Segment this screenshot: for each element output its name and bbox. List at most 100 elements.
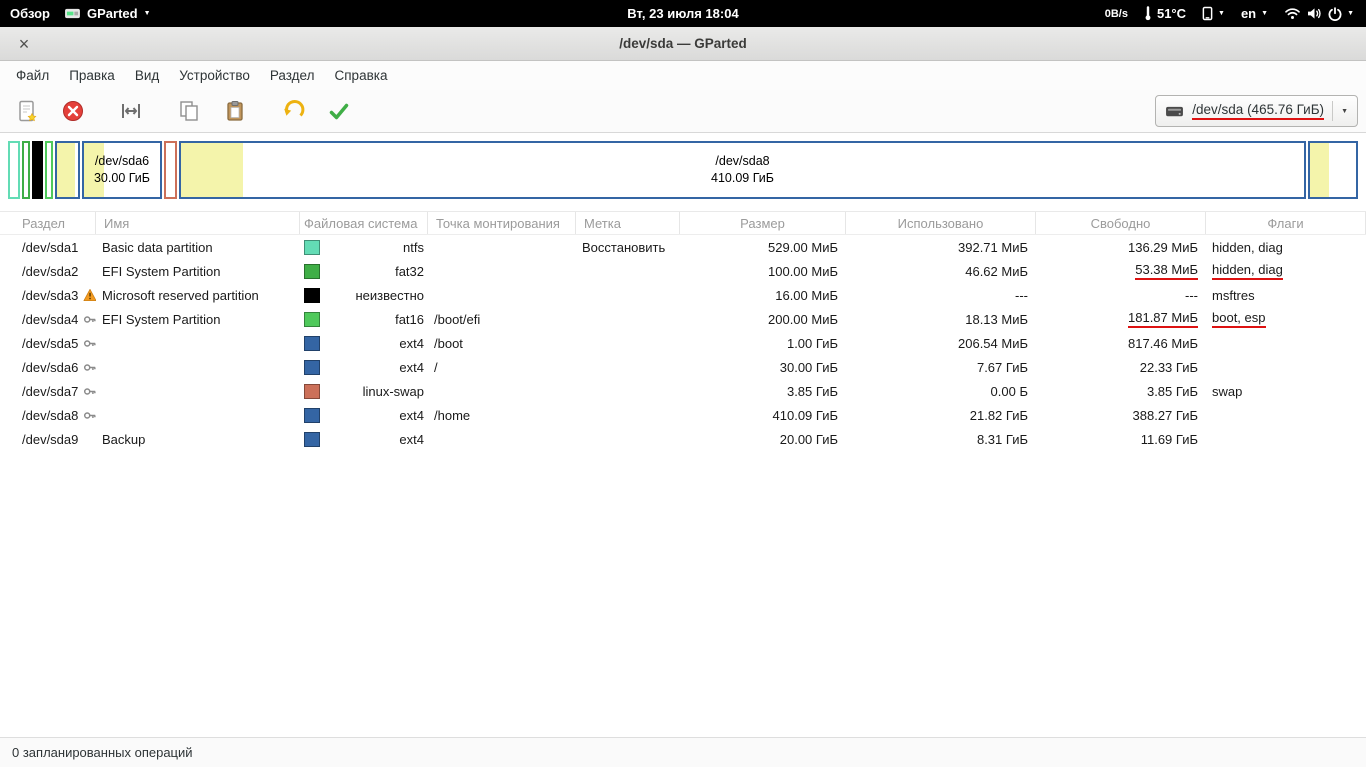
partition-segment-sda1[interactable] (8, 141, 20, 199)
apply-button[interactable] (320, 94, 358, 128)
network-speed-indicator[interactable]: 0В/s (1105, 8, 1128, 20)
key-icon (83, 385, 96, 398)
column-header-free[interactable]: Свободно (1036, 212, 1206, 234)
app-menu-button[interactable]: GParted ▼ (64, 6, 151, 21)
column-header-mount[interactable]: Точка монтирования (428, 212, 576, 234)
column-header-fs[interactable]: Файловая система (300, 212, 428, 234)
cell-name: Backup (96, 432, 300, 447)
cell-size: 3.85 ГиБ (680, 384, 846, 399)
menu-item-edit[interactable]: Правка (59, 63, 125, 88)
partition-segment-sda7[interactable] (164, 141, 177, 199)
table-row-sda4[interactable]: /dev/sda4EFI System Partitionfat16/boot/… (0, 307, 1366, 331)
partition-segment-sda6[interactable]: /dev/sda630.00 ГиБ (82, 141, 162, 199)
cell-name: Basic data partition (96, 240, 300, 255)
cell-size: 529.00 МиБ (680, 240, 846, 255)
partition-segment-sda2[interactable] (22, 141, 30, 199)
resize-move-button[interactable] (112, 94, 150, 128)
tablet-menu[interactable]: ▼ (1202, 6, 1225, 21)
paste-button[interactable] (216, 94, 254, 128)
column-header-used[interactable]: Использовано (846, 212, 1036, 234)
cell-partition: /dev/sda8 (0, 408, 96, 423)
copy-icon (177, 99, 201, 123)
cell-partition: /dev/sda7 (0, 384, 96, 399)
device-selector-label: /dev/sda (465.76 ГиБ) (1192, 102, 1324, 120)
gnome-top-bar: Обзор GParted ▼ Вт, 23 июля 18:04 0В/s 5… (0, 0, 1366, 27)
screen: Обзор GParted ▼ Вт, 23 июля 18:04 0В/s 5… (0, 0, 1366, 767)
power-icon (1328, 7, 1342, 21)
fs-color-swatch (304, 264, 320, 279)
device-selector[interactable]: /dev/sda (465.76 ГиБ) ▼ (1155, 95, 1358, 127)
menu-item-device[interactable]: Устройство (169, 63, 260, 88)
table-row-sda8[interactable]: /dev/sda8ext4/home410.09 ГиБ21.82 ГиБ388… (0, 403, 1366, 427)
column-header-name[interactable]: Имя (96, 212, 300, 234)
fs-color-swatch (304, 288, 320, 303)
menu-item-help[interactable]: Справка (325, 63, 398, 88)
delete-partition-button[interactable] (54, 94, 92, 128)
temperature-indicator[interactable]: 51°C (1144, 6, 1186, 21)
status-bar: 0 запланированных операций (0, 737, 1366, 767)
table-header: РазделИмяФайловая системаТочка монтирова… (0, 211, 1366, 235)
gparted-app-icon (64, 7, 81, 20)
table-row-sda7[interactable]: /dev/sda7linux-swap3.85 ГиБ0.00 Б3.85 Ги… (0, 379, 1366, 403)
partition-segment-sda9[interactable] (1308, 141, 1358, 199)
warning-icon (83, 288, 96, 302)
used-space-indicator (1310, 143, 1329, 197)
new-partition-button[interactable] (8, 94, 46, 128)
cell-mount-point: /boot (428, 336, 576, 351)
column-header-flags[interactable]: Флаги (1206, 212, 1366, 234)
disk-icon (1165, 104, 1184, 119)
partition-segment-sda8[interactable]: /dev/sda8410.09 ГиБ (179, 141, 1306, 199)
table-row-sda3[interactable]: /dev/sda3Microsoft reserved partitionнеи… (0, 283, 1366, 307)
fs-color-swatch (304, 432, 320, 447)
cell-filesystem: ext4 (300, 336, 428, 351)
copy-button[interactable] (170, 94, 208, 128)
used-space-indicator (57, 143, 75, 197)
cell-used: 0.00 Б (846, 384, 1036, 399)
cell-size: 410.09 ГиБ (680, 408, 846, 423)
cell-partition: /dev/sda6 (0, 360, 96, 375)
column-header-label[interactable]: Метка (576, 212, 680, 234)
activities-button[interactable]: Обзор (10, 6, 50, 21)
partition-segment-sda5[interactable] (55, 141, 80, 199)
cell-flags: msftres (1206, 288, 1366, 303)
table-row-sda6[interactable]: /dev/sda6ext4/30.00 ГиБ7.67 ГиБ22.33 ГиБ (0, 355, 1366, 379)
column-header-partition[interactable]: Раздел (0, 212, 96, 234)
cell-partition: /dev/sda9 (0, 432, 96, 447)
column-header-size[interactable]: Размер (680, 212, 846, 234)
partition-segment-sda3[interactable] (32, 141, 43, 199)
cell-used: 206.54 МиБ (846, 336, 1036, 351)
table-row-sda9[interactable]: /dev/sda9Backupext420.00 ГиБ8.31 ГиБ11.6… (0, 427, 1366, 451)
partition-segment-sda4[interactable] (45, 141, 53, 199)
keyboard-layout-menu[interactable]: en ▼ (1241, 6, 1268, 21)
cell-partition: /dev/sda4 (0, 312, 96, 327)
cell-filesystem: ext4 (300, 360, 428, 375)
fs-color-swatch (304, 384, 320, 399)
cell-used: --- (846, 288, 1036, 303)
cell-used: 392.71 МиБ (846, 240, 1036, 255)
key-icon (83, 337, 96, 350)
table-row-sda2[interactable]: /dev/sda2EFI System Partitionfat32100.00… (0, 259, 1366, 283)
toolbar: /dev/sda (465.76 ГиБ) ▼ (0, 90, 1366, 133)
fs-color-swatch (304, 240, 320, 255)
partition-segment-label: /dev/sda630.00 ГиБ (84, 143, 160, 197)
cell-size: 16.00 МиБ (680, 288, 846, 303)
undo-button[interactable] (274, 94, 312, 128)
cell-free: 3.85 ГиБ (1036, 384, 1206, 399)
delete-partition-icon (61, 99, 85, 123)
caret-down-icon: ▼ (1261, 10, 1268, 17)
clock[interactable]: Вт, 23 июля 18:04 (627, 6, 738, 21)
cell-size: 100.00 МиБ (680, 264, 846, 279)
temperature-value: 51°C (1157, 6, 1186, 21)
cell-name: EFI System Partition (96, 312, 300, 327)
cell-flags: hidden, diag (1206, 262, 1366, 280)
cell-name: Microsoft reserved partition (96, 288, 300, 303)
menu-item-file[interactable]: Файл (6, 63, 59, 88)
table-row-sda1[interactable]: /dev/sda1Basic data partitionntfsВосстан… (0, 235, 1366, 259)
table-row-sda5[interactable]: /dev/sda5ext4/boot1.00 ГиБ206.54 МиБ817.… (0, 331, 1366, 355)
menu-item-partition[interactable]: Раздел (260, 63, 325, 88)
cell-filesystem: неизвестно (300, 288, 428, 303)
system-status-menu[interactable]: ▼ (1284, 7, 1354, 21)
menu-item-view[interactable]: Вид (125, 63, 169, 88)
key-icon (83, 361, 96, 374)
window-close-button[interactable]: × (12, 32, 36, 56)
